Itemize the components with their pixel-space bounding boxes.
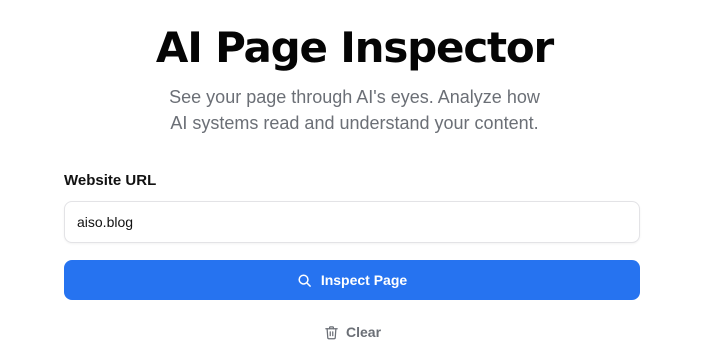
- url-label: Website URL: [64, 172, 157, 189]
- inspect-page-label: Inspect Page: [320, 272, 408, 288]
- url-input[interactable]: [64, 201, 640, 243]
- search-icon: [297, 273, 312, 288]
- subtitle-line-1: See your page through AI's eyes. Analyze…: [169, 87, 540, 107]
- clear-button[interactable]: Clear: [314, 320, 391, 344]
- clear-label: Clear: [346, 324, 382, 340]
- subtitle-line-2: AI systems read and understand your cont…: [170, 113, 539, 133]
- page-subtitle: See your page through AI's eyes. Analyze…: [0, 84, 709, 136]
- trash-icon: [324, 325, 339, 340]
- inspect-page-button[interactable]: Inspect Page: [64, 260, 640, 300]
- page-title: AI Page Inspector: [155, 23, 554, 72]
- inspector-page: AI Page Inspector See your page through …: [0, 0, 709, 356]
